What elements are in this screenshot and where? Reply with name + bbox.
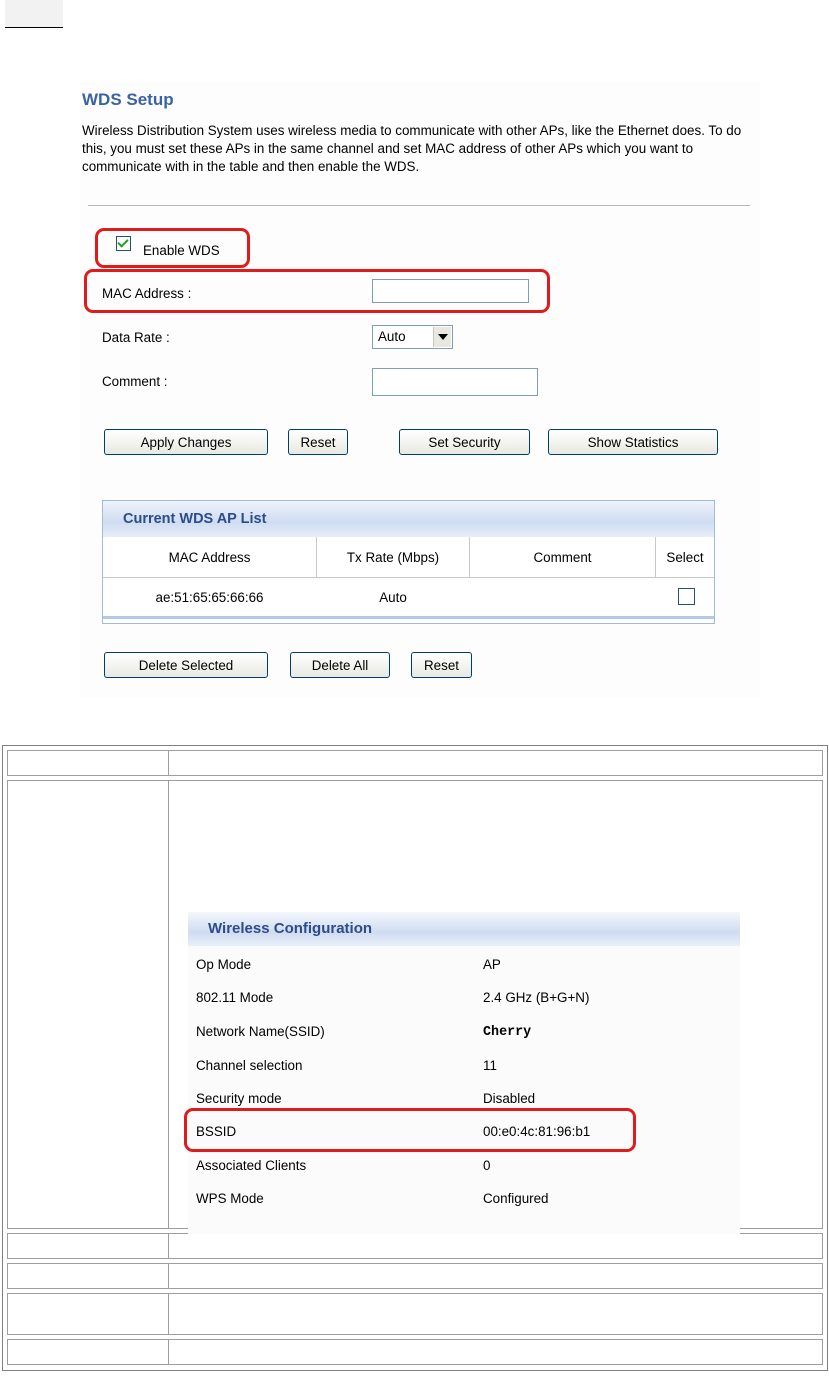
table-row <box>7 1233 823 1259</box>
ap-list-header: Current WDS AP List <box>103 501 714 537</box>
header-tab-mark <box>5 0 63 28</box>
page-description: Wireless Distribution System uses wirele… <box>82 123 742 174</box>
data-rate-value: Auto <box>378 329 406 344</box>
table-row: ae:51:65:65:66:66 Auto <box>103 578 714 616</box>
data-rate-label: Data Rate : <box>102 330 170 345</box>
highlight-enable-wds <box>95 228 250 268</box>
chevron-down-icon[interactable] <box>433 327 451 347</box>
cfg-key: 802.11 Mode <box>196 990 274 1005</box>
highlight-bssid <box>184 1108 636 1152</box>
table-cell <box>8 751 169 775</box>
table-row <box>7 1339 823 1365</box>
set-security-button[interactable]: Set Security <box>399 429 530 455</box>
cfg-key: Security mode <box>196 1091 282 1106</box>
table-row <box>7 1293 823 1335</box>
row-select-checkbox[interactable] <box>678 588 695 605</box>
delete-all-button[interactable]: Delete All <box>290 652 390 678</box>
wds-setup-panel: WDS Setup Wireless Distribution System u… <box>80 82 760 697</box>
table-cell <box>8 1234 169 1258</box>
delete-selected-button[interactable]: Delete Selected <box>104 652 268 678</box>
row-tx-rate: Auto <box>379 589 407 605</box>
ap-list-column-headers: MAC Address Tx Rate (Mbps) Comment Selec… <box>103 537 714 578</box>
table-cell <box>8 1264 169 1288</box>
cfg-value: 2.4 GHz (B+G+N) <box>483 990 590 1005</box>
col-mac-address: MAC Address <box>168 549 251 565</box>
ap-list-title: Current WDS AP List <box>123 511 267 527</box>
wireless-config-header: Wireless Configuration <box>188 912 740 946</box>
table-cell <box>8 781 169 1228</box>
cfg-value: 0 <box>483 1158 491 1173</box>
cfg-value: AP <box>483 957 501 972</box>
highlight-mac-address <box>84 269 550 313</box>
comment-label: Comment : <box>102 374 168 389</box>
table-row <box>7 750 823 776</box>
divider <box>88 205 750 206</box>
wds-ap-list: Current WDS AP List MAC Address Tx Rate … <box>102 500 715 624</box>
page-title: WDS Setup <box>82 90 174 109</box>
show-statistics-button[interactable]: Show Statistics <box>548 429 718 455</box>
list-reset-button[interactable]: Reset <box>411 652 472 678</box>
col-select: Select <box>666 549 704 565</box>
reset-button[interactable]: Reset <box>288 429 348 455</box>
wireless-configuration-panel: Wireless Configuration Op Mode AP 802.11… <box>184 912 740 1234</box>
ap-list-footer-line <box>103 616 714 619</box>
wireless-config-title: Wireless Configuration <box>208 920 373 937</box>
row-comment <box>470 578 655 616</box>
comment-input[interactable] <box>372 368 538 396</box>
cfg-key: Channel selection <box>196 1058 303 1073</box>
cfg-key: WPS Mode <box>196 1191 264 1206</box>
table-row <box>7 1263 823 1289</box>
cfg-value: 11 <box>483 1058 497 1073</box>
apply-changes-button[interactable]: Apply Changes <box>104 429 268 455</box>
table-cell <box>8 1340 169 1364</box>
cfg-key: Op Mode <box>196 957 252 972</box>
cfg-value: Configured <box>483 1191 549 1206</box>
cfg-key: Network Name(SSID) <box>196 1024 325 1039</box>
data-rate-select[interactable]: Auto <box>372 325 453 349</box>
col-comment: Comment <box>533 549 592 565</box>
table-cell <box>8 1294 169 1334</box>
cfg-value-ssid: Cherry <box>483 1025 532 1040</box>
cfg-value: Disabled <box>483 1091 536 1106</box>
col-tx-rate: Tx Rate (Mbps) <box>346 549 440 565</box>
row-mac: ae:51:65:65:66:66 <box>155 589 264 605</box>
cfg-key: Associated Clients <box>196 1158 307 1173</box>
